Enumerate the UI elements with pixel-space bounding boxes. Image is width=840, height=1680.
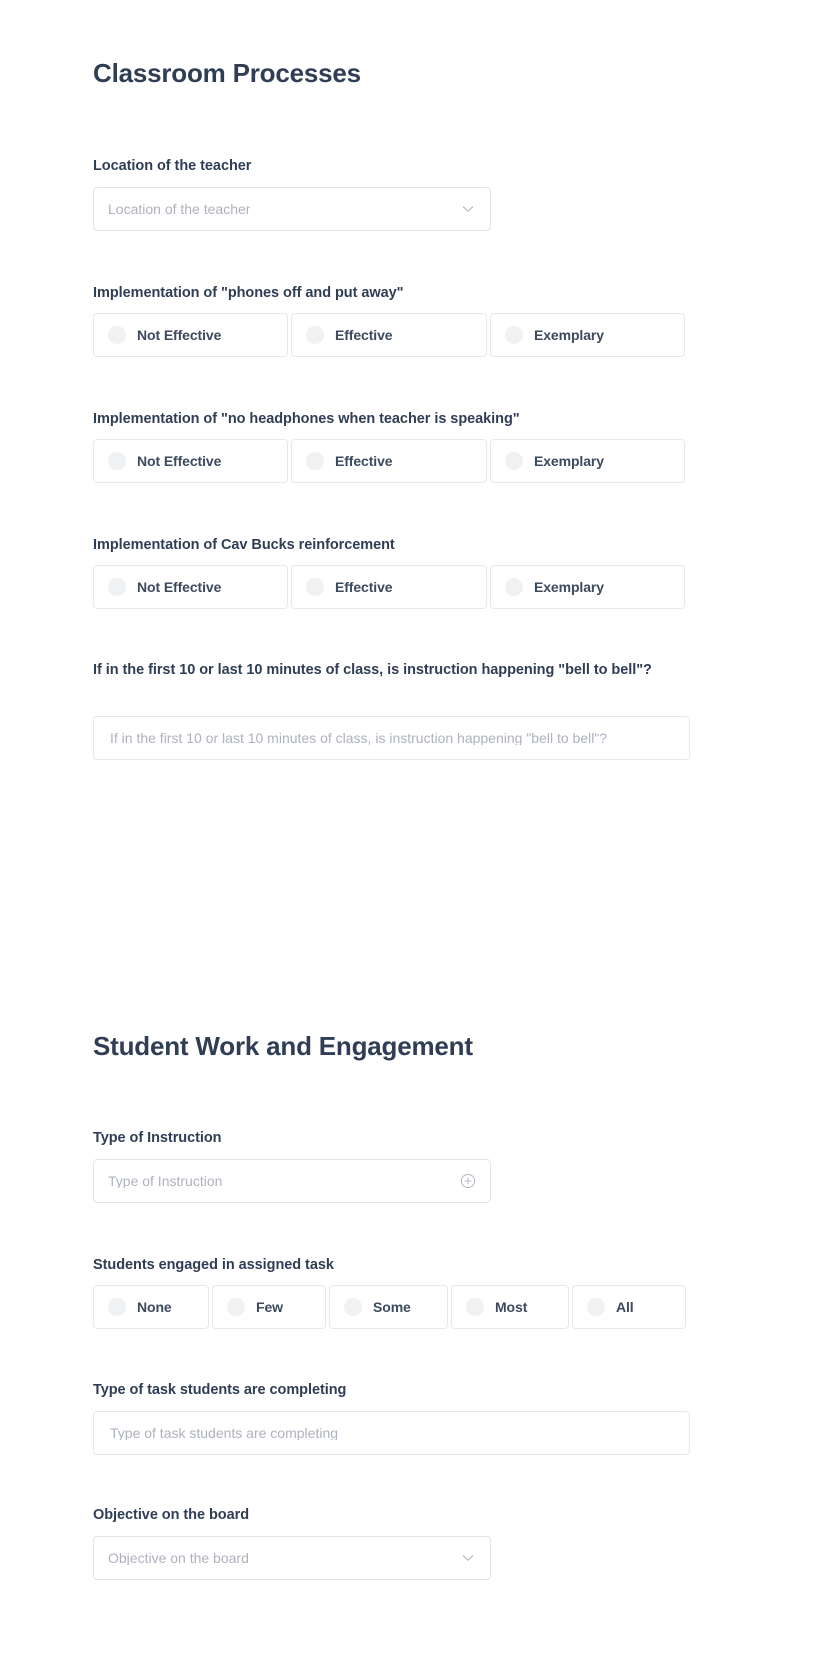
section-title-student-work-and-engagement: Student Work and Engagement <box>93 1031 473 1061</box>
radio-option-effective[interactable]: Effective <box>291 565 487 609</box>
radio-label: All <box>616 1299 634 1315</box>
radio-option-few[interactable]: Few <box>212 1285 326 1329</box>
field-label-location-of-the-teacher: Location of the teacher <box>93 158 252 174</box>
select-location-of-the-teacher[interactable]: Location of the teacher <box>93 187 491 231</box>
radio-circle-icon <box>306 326 324 344</box>
field-label-bell-to-bell: If in the first 10 or last 10 minutes of… <box>93 662 652 678</box>
radio-circle-icon <box>306 578 324 596</box>
chevron-down-icon[interactable] <box>460 1550 476 1566</box>
radio-label: Few <box>256 1299 283 1315</box>
radio-label: Exemplary <box>534 579 604 595</box>
radio-label: None <box>137 1299 172 1315</box>
radio-option-not-effective[interactable]: Not Effective <box>93 439 288 483</box>
radio-option-effective[interactable]: Effective <box>291 439 487 483</box>
radio-circle-icon <box>587 1298 605 1316</box>
radio-label: Not Effective <box>137 453 222 469</box>
radio-circle-icon <box>306 452 324 470</box>
radio-label: Some <box>373 1299 411 1315</box>
radio-circle-icon <box>108 452 126 470</box>
field-bell-to-bell: If in the first 10 or last 10 minutes of… <box>93 660 669 681</box>
field-label-phones-off-and-put-away: Implementation of "phones off and put aw… <box>93 285 404 301</box>
radio-circle-icon <box>505 578 523 596</box>
select-placeholder-location-of-the-teacher: Location of the teacher <box>108 202 251 216</box>
radio-group-students-engaged-in-assigned-task: None Few Some Most All <box>93 1285 686 1329</box>
input-type-of-task-students-are-completing[interactable]: Type of task students are completing <box>93 1411 690 1455</box>
radio-circle-icon <box>505 452 523 470</box>
field-label-type-of-instruction: Type of Instruction <box>93 1130 222 1146</box>
plus-circle-icon[interactable] <box>460 1173 476 1189</box>
radio-label: Effective <box>335 579 393 595</box>
input-placeholder-bell-to-bell: If in the first 10 or last 10 minutes of… <box>110 731 608 745</box>
field-cav-bucks-reinforcement: Implementation of Cav Bucks reinforcemen… <box>93 535 395 556</box>
input-placeholder-type-of-task-students-are-completing: Type of task students are completing <box>110 1426 339 1440</box>
radio-circle-icon <box>466 1298 484 1316</box>
radio-label: Exemplary <box>534 327 604 343</box>
input-bell-to-bell[interactable]: If in the first 10 or last 10 minutes of… <box>93 716 690 760</box>
radio-label: Exemplary <box>534 453 604 469</box>
radio-circle-icon <box>227 1298 245 1316</box>
radio-circle-icon <box>108 326 126 344</box>
field-type-of-task-students-are-completing: Type of task students are completing <box>93 1380 346 1401</box>
chevron-down-icon[interactable] <box>460 201 476 217</box>
field-no-headphones-when-teacher-is-speaking: Implementation of "no headphones when te… <box>93 409 520 430</box>
radio-option-some[interactable]: Some <box>329 1285 448 1329</box>
field-label-students-engaged-in-assigned-task: Students engaged in assigned task <box>93 1257 334 1273</box>
radio-label: Not Effective <box>137 327 222 343</box>
field-label-objective-on-the-board: Objective on the board <box>93 1507 250 1523</box>
select-objective-on-the-board[interactable]: Objective on the board <box>93 1536 491 1580</box>
radio-option-effective[interactable]: Effective <box>291 313 487 357</box>
radio-option-not-effective[interactable]: Not Effective <box>93 313 288 357</box>
radio-circle-icon <box>108 1298 126 1316</box>
radio-group-no-headphones-when-teacher-is-speaking: Not Effective Effective Exemplary <box>93 439 685 483</box>
radio-option-none[interactable]: None <box>93 1285 209 1329</box>
radio-option-exemplary[interactable]: Exemplary <box>490 313 685 357</box>
select-placeholder-type-of-instruction: Type of Instruction <box>108 1174 223 1188</box>
form-page: Classroom Processes Location of the teac… <box>0 0 840 1680</box>
field-label-type-of-task-students-are-completing: Type of task students are completing <box>93 1382 347 1398</box>
radio-circle-icon <box>505 326 523 344</box>
radio-group-cav-bucks-reinforcement: Not Effective Effective Exemplary <box>93 565 685 609</box>
radio-option-most[interactable]: Most <box>451 1285 569 1329</box>
radio-label: Effective <box>335 327 393 343</box>
radio-option-not-effective[interactable]: Not Effective <box>93 565 288 609</box>
select-type-of-instruction[interactable]: Type of Instruction <box>93 1159 491 1203</box>
select-placeholder-objective-on-the-board: Objective on the board <box>108 1551 249 1565</box>
radio-group-phones-off-and-put-away: Not Effective Effective Exemplary <box>93 313 685 357</box>
radio-circle-icon <box>108 578 126 596</box>
field-type-of-instruction: Type of Instruction <box>93 1128 222 1149</box>
section-title-classroom-processes: Classroom Processes <box>93 58 361 88</box>
radio-option-all[interactable]: All <box>572 1285 686 1329</box>
radio-label: Most <box>495 1299 528 1315</box>
radio-option-exemplary[interactable]: Exemplary <box>490 565 685 609</box>
radio-option-exemplary[interactable]: Exemplary <box>490 439 685 483</box>
radio-circle-icon <box>344 1298 362 1316</box>
radio-label: Not Effective <box>137 579 222 595</box>
radio-label: Effective <box>335 453 393 469</box>
field-students-engaged-in-assigned-task: Students engaged in assigned task <box>93 1255 334 1276</box>
field-phones-off-and-put-away: Implementation of "phones off and put aw… <box>93 283 404 304</box>
field-label-cav-bucks-reinforcement: Implementation of Cav Bucks reinforcemen… <box>93 537 395 553</box>
field-label-no-headphones-when-teacher-is-speaking: Implementation of "no headphones when te… <box>93 411 520 427</box>
field-objective-on-the-board: Objective on the board <box>93 1505 249 1526</box>
field-location-of-the-teacher: Location of the teacher <box>93 156 251 177</box>
